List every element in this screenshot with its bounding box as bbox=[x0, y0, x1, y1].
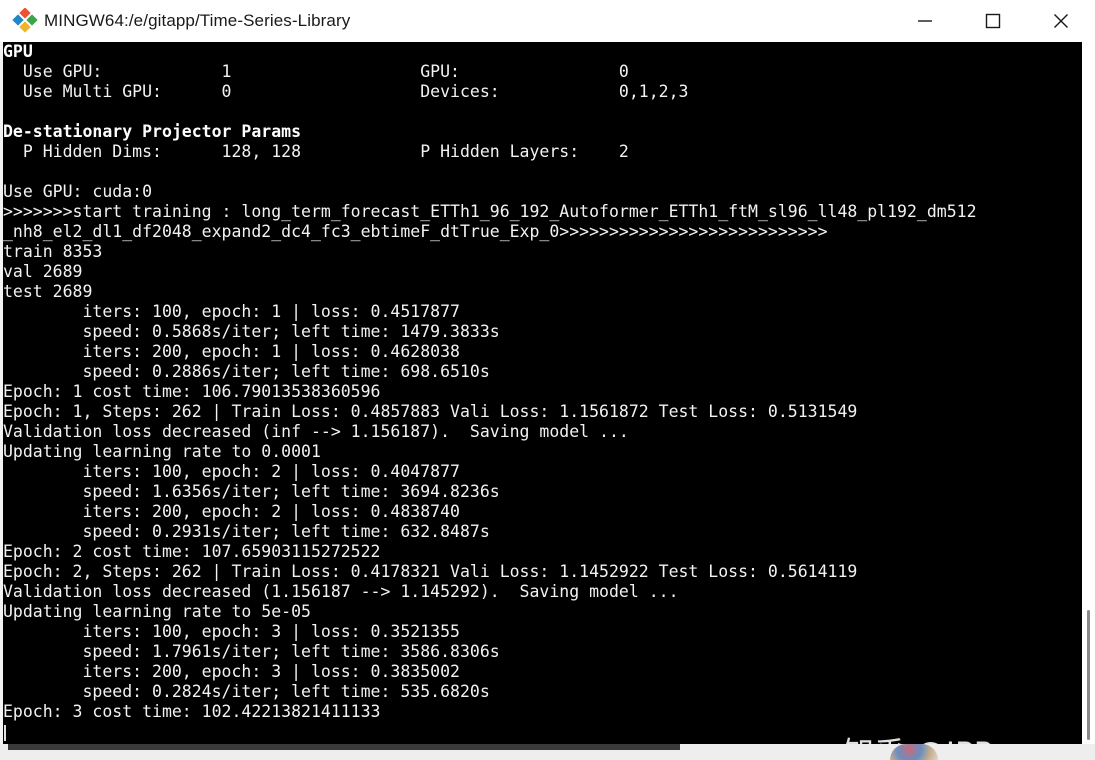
minimize-button[interactable] bbox=[891, 0, 959, 42]
terminal-line: Updating learning rate to 5e-05 bbox=[3, 602, 311, 621]
terminal-line: Use GPU: 1 GPU: 0 bbox=[3, 62, 629, 81]
background-figure-image bbox=[890, 744, 938, 760]
terminal-line: Epoch: 1, Steps: 262 | Train Loss: 0.485… bbox=[3, 402, 858, 421]
terminal-line: iters: 100, epoch: 1 | loss: 0.4517877 bbox=[3, 302, 460, 321]
terminal-line: train 8353 bbox=[3, 242, 103, 261]
terminal-line: Epoch: 3 cost time: 102.42213821411133 bbox=[3, 702, 381, 721]
window-controls bbox=[891, 0, 1095, 42]
terminal-line: speed: 0.2824s/iter; left time: 535.6820… bbox=[3, 682, 490, 701]
git-bash-diamond-icon bbox=[12, 8, 38, 33]
terminal-line: De-stationary Projector Params bbox=[3, 122, 302, 141]
terminal-line: speed: 1.6356s/iter; left time: 3694.823… bbox=[3, 482, 500, 501]
terminal-lines: GPU Use GPU: 1 GPU: 0 Use Multi GPU: 0 D… bbox=[3, 42, 977, 722]
terminal-line: Updating learning rate to 0.0001 bbox=[3, 442, 321, 461]
title-bar[interactable]: MINGW64:/e/gitapp/Time-Series-Library bbox=[0, 0, 1095, 42]
terminal-line: val 2689 bbox=[3, 262, 83, 281]
terminal-line: Epoch: 1 cost time: 106.79013538360596 bbox=[3, 382, 381, 401]
terminal-line: iters: 100, epoch: 2 | loss: 0.4047877 bbox=[3, 462, 460, 481]
horizontal-scrollbar[interactable] bbox=[8, 744, 680, 750]
watermark: 知乎 @JPPeng bbox=[843, 728, 1050, 744]
terminal-line: test 2689 bbox=[3, 282, 93, 301]
close-button[interactable] bbox=[1027, 0, 1095, 42]
terminal-line: >>>>>>>start training : long_term_foreca… bbox=[3, 202, 977, 221]
terminal-line: GPU bbox=[3, 42, 33, 61]
terminal-line: iters: 200, epoch: 3 | loss: 0.3835002 bbox=[3, 662, 460, 681]
terminal-line: Validation loss decreased (1.156187 --> … bbox=[3, 582, 679, 601]
terminal-line: iters: 200, epoch: 1 | loss: 0.4628038 bbox=[3, 342, 460, 361]
minimize-icon bbox=[918, 20, 932, 22]
terminal-line: Epoch: 2 cost time: 107.65903115272522 bbox=[3, 542, 381, 561]
terminal-line: Use Multi GPU: 0 Devices: 0,1,2,3 bbox=[3, 82, 689, 101]
terminal-line: iters: 200, epoch: 2 | loss: 0.4838740 bbox=[3, 502, 460, 521]
vertical-scrollbar-thumb[interactable] bbox=[1087, 610, 1090, 740]
terminal-line: Epoch: 2, Steps: 262 | Train Loss: 0.417… bbox=[3, 562, 858, 581]
terminal-line: speed: 0.2931s/iter; left time: 632.8487… bbox=[3, 522, 490, 541]
terminal-output-area[interactable]: GPU Use GPU: 1 GPU: 0 Use Multi GPU: 0 D… bbox=[3, 42, 1082, 744]
terminal-line: Use GPU: cuda:0 bbox=[3, 182, 153, 201]
maximize-button[interactable] bbox=[959, 0, 1027, 42]
terminal-line: _nh8_el2_dl1_df2048_expand2_dc4_fc3_ebti… bbox=[3, 222, 828, 241]
window-title: MINGW64:/e/gitapp/Time-Series-Library bbox=[44, 11, 351, 30]
terminal-line: Validation loss decreased (inf --> 1.156… bbox=[3, 422, 629, 441]
terminal-line: speed: 0.2886s/iter; left time: 698.6510… bbox=[3, 362, 490, 381]
terminal-line: speed: 1.7961s/iter; left time: 3586.830… bbox=[3, 642, 500, 661]
close-icon bbox=[1054, 14, 1068, 28]
terminal-line: speed: 0.5868s/iter; left time: 1479.383… bbox=[3, 322, 500, 341]
terminal-window: MINGW64:/e/gitapp/Time-Series-Library GP… bbox=[0, 0, 1095, 760]
maximize-icon bbox=[985, 13, 1001, 29]
text-cursor bbox=[4, 725, 6, 741]
terminal-line: P Hidden Dims: 128, 128 P Hidden Layers:… bbox=[3, 142, 629, 161]
terminal-line: iters: 100, epoch: 3 | loss: 0.3521355 bbox=[3, 622, 460, 641]
